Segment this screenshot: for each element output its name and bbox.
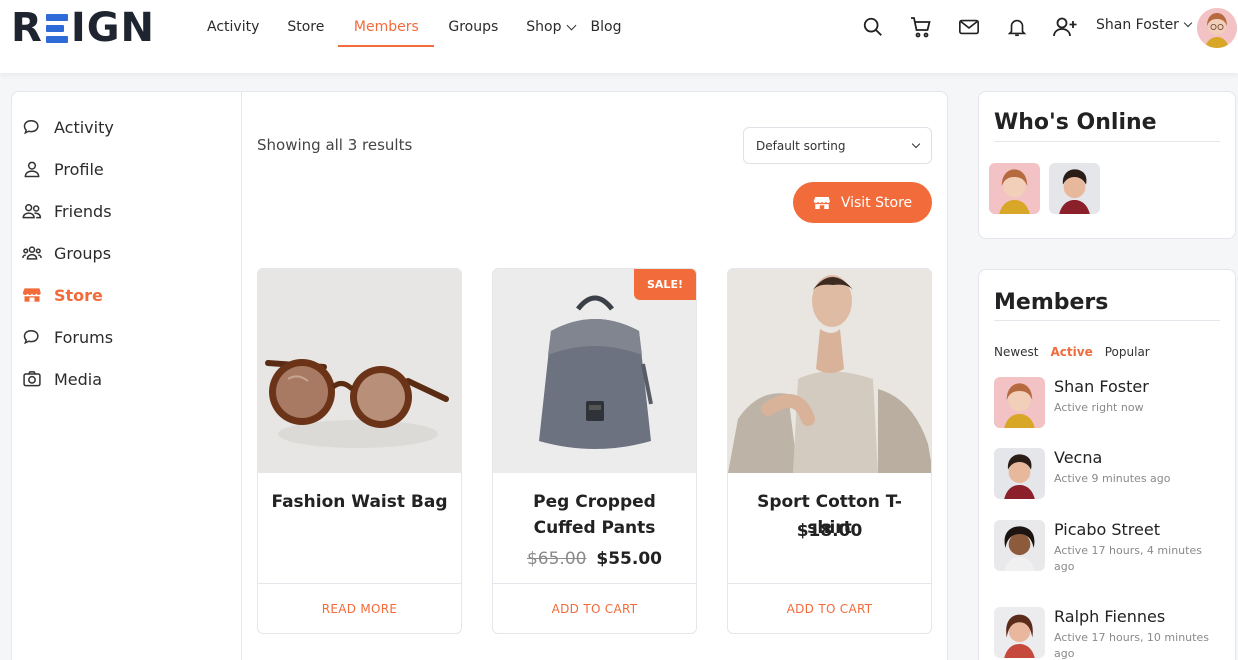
add-to-cart-button[interactable]: ADD TO CART [493, 583, 696, 633]
member-name[interactable]: Vecna [1054, 448, 1102, 467]
members-widget: Members Newest Active Popular Shan Foste… [978, 269, 1236, 660]
user-menu[interactable]: Shan Foster [1096, 17, 1193, 33]
product-card: Fashion Waist Bag READ MORE [257, 268, 462, 634]
sidebar-item-profile[interactable]: Profile [22, 159, 104, 179]
product-card: SALE! Peg Cropped Cuffed Pants $65.00 $5… [492, 268, 697, 634]
camera-icon [23, 371, 41, 387]
widget-title: Who's Online [994, 110, 1157, 135]
avatar[interactable] [1049, 163, 1100, 214]
site-logo[interactable]: R IGN [11, 8, 155, 48]
member-name[interactable]: Shan Foster [1054, 377, 1149, 396]
sidebar-item-activity[interactable]: Activity [22, 117, 114, 137]
tab-newest[interactable]: Newest [994, 345, 1039, 359]
store-icon [22, 288, 41, 302]
product-card: Sport Cotton T-shirt $18.00 ADD TO CART [727, 268, 932, 634]
tab-popular[interactable]: Popular [1105, 345, 1150, 359]
member-status: Active 17 hours, 4 minutes ago [1054, 544, 1202, 573]
nav-activity[interactable]: Activity [193, 0, 273, 55]
product-image-tshirt[interactable] [728, 269, 931, 473]
visit-store-button[interactable]: Visit Store [793, 182, 932, 223]
groups-icon [22, 246, 42, 260]
sidebar-item-friends[interactable]: Friends [22, 201, 112, 221]
avatar[interactable] [989, 163, 1040, 214]
main-nav: Activity Store Members Groups Shop Blog [193, 0, 635, 55]
forums-icon [23, 329, 39, 345]
read-more-button[interactable]: READ MORE [258, 583, 461, 633]
results-count: Showing all 3 results [257, 136, 413, 154]
member-status: Active 17 hours, 10 minutes ago [1054, 631, 1209, 660]
add-to-cart-button[interactable]: ADD TO CART [728, 583, 931, 633]
bell-icon[interactable] [1004, 14, 1030, 40]
avatar[interactable] [994, 448, 1045, 499]
tab-active[interactable]: Active [1051, 345, 1093, 359]
nav-groups[interactable]: Groups [434, 0, 512, 55]
product-price: $65.00 $55.00 [493, 549, 696, 569]
sale-price: $55.00 [596, 549, 662, 569]
sidebar-item-forums[interactable]: Forums [22, 327, 113, 347]
avatar[interactable] [994, 607, 1045, 658]
user-name: Shan Foster [1096, 17, 1179, 33]
member-tabs: Newest Active Popular [994, 345, 1150, 359]
sort-select[interactable]: Default sorting [743, 127, 932, 164]
nav-blog[interactable]: Blog [583, 0, 636, 55]
member-name[interactable]: Ralph Fiennes [1054, 607, 1165, 626]
product-image-backpack[interactable]: SALE! [493, 269, 696, 473]
old-price: $65.00 [526, 549, 587, 569]
search-icon[interactable] [860, 14, 886, 40]
chevron-down-icon [1183, 18, 1193, 28]
cart-icon[interactable] [908, 14, 934, 40]
avatar[interactable] [994, 377, 1045, 428]
top-header: R IGN Activity Store Members Groups Shop… [0, 0, 1238, 73]
chevron-down-icon [911, 139, 921, 148]
chat-bubbles-icon [23, 119, 39, 135]
sidebar-item-store[interactable]: Store [22, 285, 103, 305]
header-icons [860, 14, 1078, 40]
product-image-sunglasses[interactable] [258, 269, 461, 473]
shop-main: Showing all 3 results Default sorting Vi… [241, 91, 948, 660]
product-title[interactable]: Peg Cropped Cuffed Pants [503, 489, 686, 541]
whos-online-widget: Who's Online [978, 91, 1236, 239]
sidebar-item-groups[interactable]: Groups [22, 243, 111, 263]
nav-store[interactable]: Store [273, 0, 338, 55]
chevron-down-icon [566, 20, 576, 31]
sidebar-item-media[interactable]: Media [22, 369, 102, 389]
widget-title: Members [994, 290, 1109, 315]
avatar[interactable] [1197, 8, 1237, 48]
profile-sidebar: Activity Profile Friends Groups Store Fo… [11, 91, 242, 660]
store-icon [813, 196, 830, 209]
member-status: Active right now [1054, 401, 1144, 414]
nav-shop[interactable]: Shop [512, 0, 582, 55]
user-icon [24, 161, 40, 178]
product-title[interactable]: Fashion Waist Bag [268, 489, 451, 515]
sale-badge: SALE! [634, 269, 696, 300]
product-price: $18.00 [796, 521, 863, 541]
member-name[interactable]: Picabo Street [1054, 520, 1160, 539]
logo-e-mark [45, 12, 68, 44]
friends-icon [22, 204, 42, 219]
add-friend-icon[interactable] [1052, 14, 1078, 40]
nav-members[interactable]: Members [338, 0, 435, 55]
member-status: Active 9 minutes ago [1054, 472, 1171, 485]
avatar[interactable] [994, 520, 1045, 571]
mail-icon[interactable] [956, 14, 982, 40]
